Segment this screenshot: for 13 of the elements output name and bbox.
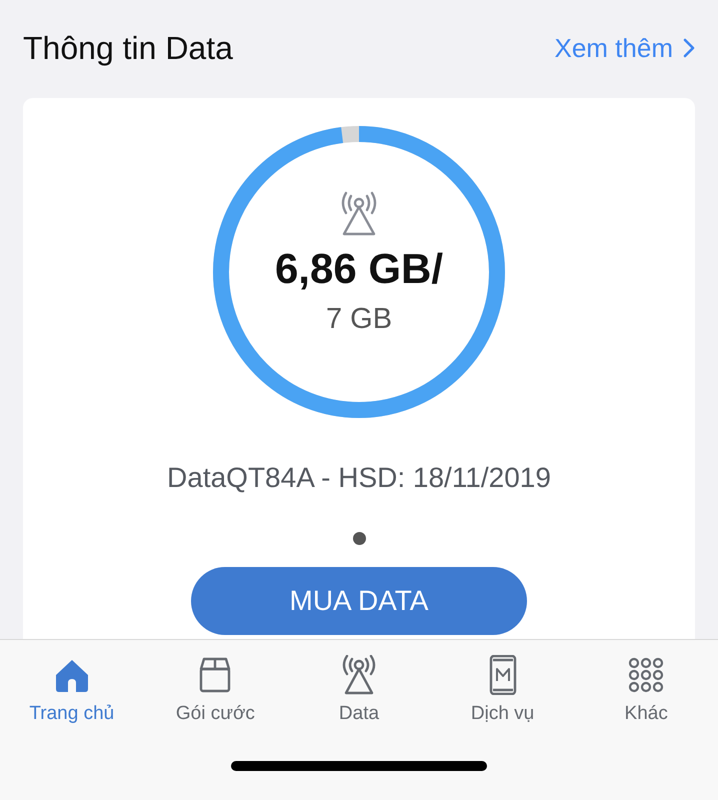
package-info: DataQT84A - HSD: 18/11/2019 <box>167 462 551 494</box>
tab-item[interactable]: Gói cước <box>145 655 286 725</box>
chevron-icon <box>683 38 695 58</box>
tab-item[interactable]: Trang chủ <box>2 655 142 725</box>
tab-item[interactable]: Dịch vụ <box>432 655 573 725</box>
used-amount: 6,86 GB/ <box>274 245 444 293</box>
tab-item[interactable]: Data <box>288 655 429 725</box>
see-more-link[interactable]: Xem thêm <box>554 32 695 64</box>
total-amount: 7 GB <box>326 303 392 336</box>
section-title: Thông tin Data <box>23 30 233 66</box>
page-dot[interactable] <box>352 532 366 545</box>
tab-item[interactable]: Khác <box>576 655 716 725</box>
buy-data-button[interactable]: MUA DATA <box>191 567 527 635</box>
